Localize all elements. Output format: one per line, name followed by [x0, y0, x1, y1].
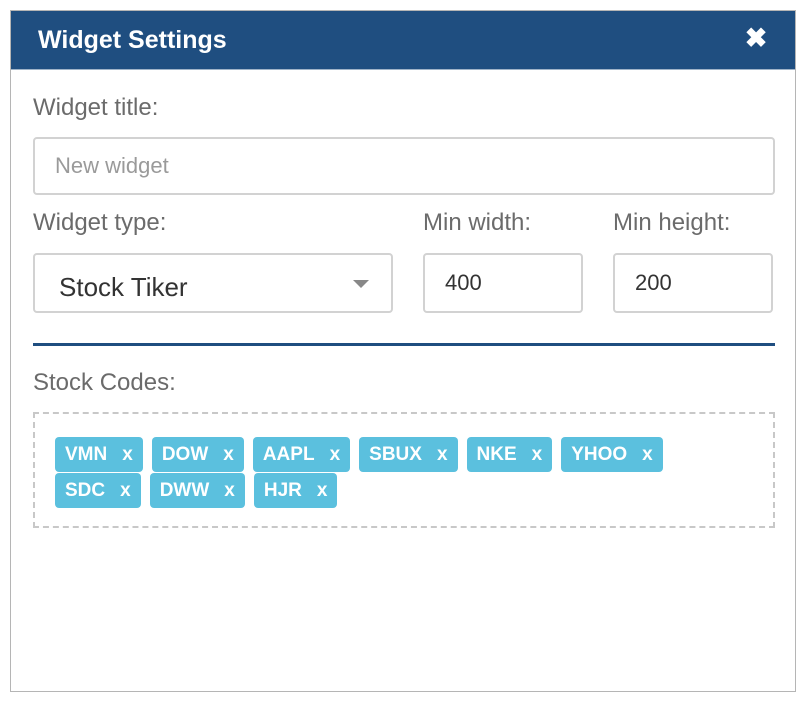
- stock-code-tag: DWW x: [149, 473, 245, 508]
- stock-code-tag: HJR x: [253, 473, 338, 508]
- min-height-input[interactable]: [613, 253, 773, 313]
- stock-code-tag: AAPL x: [252, 437, 351, 472]
- remove-tag-button[interactable]: x: [120, 473, 131, 508]
- dialog-title: Widget Settings: [38, 26, 227, 54]
- widget-type-value: Stock Tiker: [59, 272, 188, 302]
- stock-code-tag-label: DOW: [161, 444, 209, 465]
- stock-code-tag-label: AAPL: [262, 444, 315, 465]
- stock-code-tag: SBUX x: [359, 437, 458, 472]
- remove-tag-button[interactable]: x: [532, 437, 543, 472]
- dialog-header: Widget Settings ✖: [11, 11, 795, 69]
- close-button[interactable]: ✖: [743, 24, 769, 52]
- close-icon: ✖: [744, 23, 768, 53]
- remove-tag-button[interactable]: x: [122, 437, 133, 472]
- header-divider: [11, 69, 795, 70]
- stock-code-tag-label: HJR: [263, 480, 302, 501]
- section-divider: [33, 343, 775, 346]
- stock-code-tag: NKE x: [466, 437, 553, 472]
- remove-tag-button[interactable]: x: [642, 437, 653, 472]
- stock-code-tag-label: NKE: [476, 444, 517, 465]
- min-width-input[interactable]: [423, 253, 583, 313]
- widget-settings-dialog: Widget Settings ✖ Widget title: Widget t…: [10, 10, 796, 692]
- stock-codes-label: Stock Codes:: [33, 369, 176, 396]
- widget-title-label: Widget title:: [33, 94, 159, 121]
- remove-tag-button[interactable]: x: [437, 437, 448, 472]
- stock-code-tag-label: VMN: [65, 444, 108, 465]
- remove-tag-button[interactable]: x: [317, 473, 328, 508]
- min-height-label: Min height:: [613, 209, 731, 236]
- stock-code-tag-label: SBUX: [369, 444, 422, 465]
- stock-code-tag-list: VMN x DOW x AAPL x SBUX x NKE x YHOO x SDC x DWW x HJR x: [55, 437, 715, 509]
- stock-code-tag-label: SDC: [65, 480, 106, 501]
- remove-tag-button[interactable]: x: [224, 473, 235, 508]
- widget-type-select[interactable]: Stock Tiker: [33, 253, 393, 313]
- widget-title-input[interactable]: [33, 137, 775, 195]
- stock-code-tag: SDC x: [55, 473, 141, 508]
- stock-code-tag: YHOO x: [561, 437, 663, 472]
- stock-code-tag: VMN x: [55, 437, 143, 472]
- min-width-label: Min width:: [423, 209, 532, 236]
- stock-code-tag: DOW x: [151, 437, 244, 472]
- stock-code-tag-label: YHOO: [571, 444, 628, 465]
- remove-tag-button[interactable]: x: [330, 437, 341, 472]
- remove-tag-button[interactable]: x: [223, 437, 234, 472]
- stock-code-tag-label: DWW: [159, 480, 210, 501]
- caret-down-icon: [353, 280, 369, 288]
- widget-type-label: Widget type:: [33, 209, 167, 236]
- stock-codes-tag-input[interactable]: VMN x DOW x AAPL x SBUX x NKE x YHOO x SDC x DWW x HJR x: [33, 412, 775, 528]
